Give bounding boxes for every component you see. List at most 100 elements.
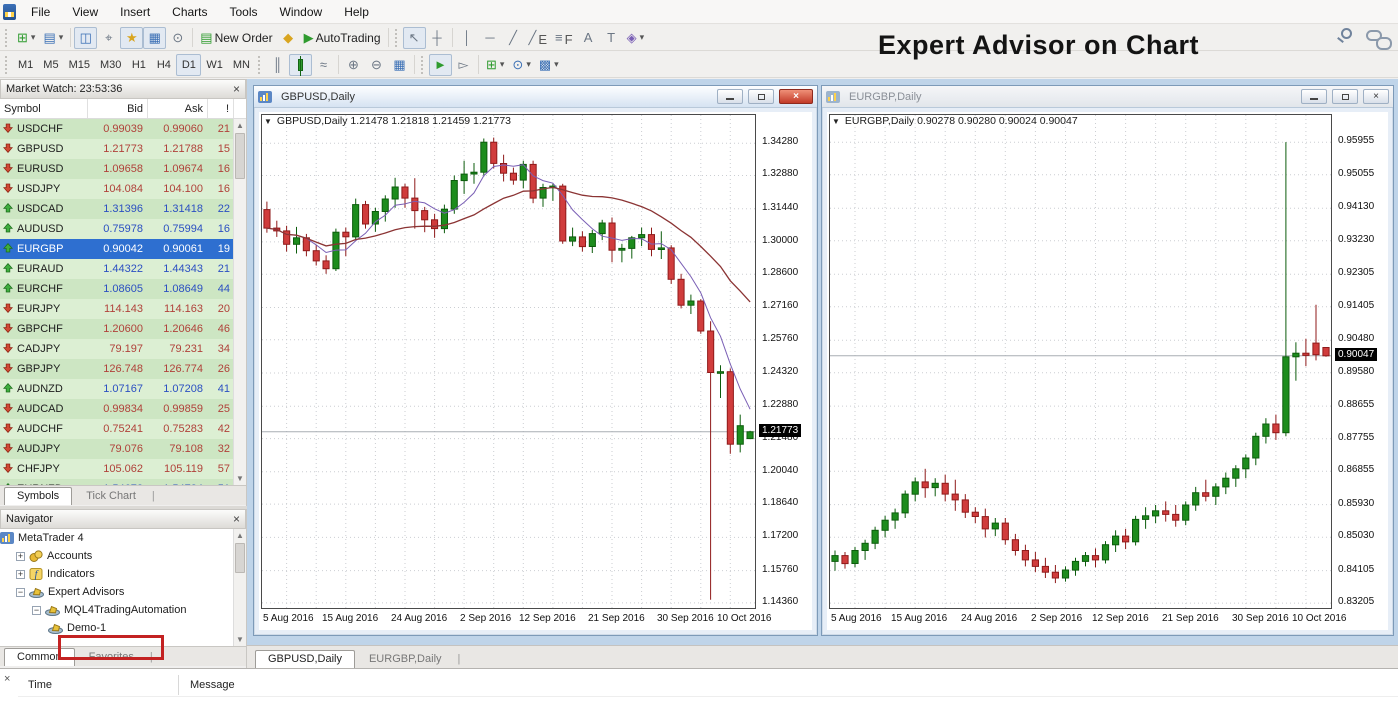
tree-item-accounts[interactable]: +Accounts xyxy=(0,547,246,565)
fibonacci-button[interactable]: ≡F xyxy=(551,27,577,49)
column-header-bid[interactable]: Bid xyxy=(88,99,148,118)
column-divider[interactable] xyxy=(178,675,179,695)
scroll-thumb[interactable] xyxy=(235,133,245,179)
horizontal-line-button[interactable]: ─ xyxy=(479,27,502,49)
menu-tools[interactable]: Tools xyxy=(219,1,269,23)
tree-item-expert-advisors[interactable]: −Expert Advisors xyxy=(0,583,246,601)
toolbar-grip[interactable] xyxy=(395,29,400,47)
toolbar-grip[interactable] xyxy=(5,29,10,47)
new-order-button[interactable]: ▤New Order xyxy=(196,27,276,49)
new-chart-button[interactable]: ⊞▾ xyxy=(13,27,39,49)
market-watch-row-audusd[interactable]: AUDUSD0.759780.7599416 xyxy=(0,219,246,239)
timeframe-mn-button[interactable]: MN xyxy=(228,54,255,76)
market-watch-toggle-button[interactable]: ◫ xyxy=(74,27,97,49)
data-window-toggle-button[interactable]: ⌖ xyxy=(97,27,120,49)
navigator-scrollbar[interactable]: ▲ ▼ xyxy=(233,529,246,646)
market-watch-tab-tick-chart[interactable]: Tick Chart xyxy=(73,487,149,505)
profiles-button[interactable]: ▤▾ xyxy=(39,27,67,49)
periods-button[interactable]: ⊙▾ xyxy=(508,54,534,76)
market-watch-row-euraud[interactable]: EURAUD1.443221.4434321 xyxy=(0,259,246,279)
indicators-button[interactable]: ⊞▾ xyxy=(482,54,508,76)
tree-item-mql4tradingautomation[interactable]: −MQL4TradingAutomation xyxy=(0,601,246,619)
arrows-button[interactable]: ◈▾ xyxy=(623,27,649,49)
timeframe-m5-button[interactable]: M5 xyxy=(38,54,63,76)
menu-file[interactable]: File xyxy=(20,1,61,23)
trendline-button[interactable]: ╱ xyxy=(502,27,525,49)
zoom-out-button[interactable]: ⊖ xyxy=(365,54,388,76)
market-watch-row-gbpusd[interactable]: GBPUSD1.217731.2178815 xyxy=(0,139,246,159)
timeframe-m15-button[interactable]: M15 xyxy=(64,54,95,76)
expand-icon[interactable]: + xyxy=(16,552,25,561)
line-chart-button[interactable]: ≈ xyxy=(312,54,335,76)
templates-button[interactable]: ▩▾ xyxy=(535,54,563,76)
zoom-in-button[interactable]: ⊕ xyxy=(342,54,365,76)
timeframe-m30-button[interactable]: M30 xyxy=(95,54,126,76)
market-watch-row-eurnzd[interactable]: EURNZD1.546721.5473451 xyxy=(0,479,246,485)
vertical-line-button[interactable]: │ xyxy=(456,27,479,49)
market-watch-row-eurchf[interactable]: EURCHF1.086051.0864944 xyxy=(0,279,246,299)
market-watch-row-chfjpy[interactable]: CHFJPY105.062105.11957 xyxy=(0,459,246,479)
toolbar-grip[interactable] xyxy=(5,56,10,74)
scroll-down-icon[interactable]: ▼ xyxy=(234,633,246,646)
chart-window-titlebar[interactable]: GBPUSD,Daily × xyxy=(254,86,817,108)
terminal-toggle-button[interactable]: ▦ xyxy=(143,27,166,49)
column-header-spread[interactable]: ! xyxy=(208,99,234,118)
menu-window[interactable]: Window xyxy=(269,1,334,23)
crosshair-button[interactable]: ┼ xyxy=(426,27,449,49)
autotrading-button[interactable]: ▶AutoTrading xyxy=(300,27,385,49)
market-watch-row-eurusd[interactable]: EURUSD1.096581.0967416 xyxy=(0,159,246,179)
close-button[interactable]: × xyxy=(779,89,813,104)
cursor-button[interactable]: ↖ xyxy=(403,27,426,49)
tree-item-metatrader-4[interactable]: MetaTrader 4 xyxy=(0,529,246,547)
menu-view[interactable]: View xyxy=(61,1,109,23)
chat-bubbles-icon[interactable] xyxy=(1366,30,1382,41)
metaeditor-button[interactable]: ◆ xyxy=(277,27,300,49)
timeframe-h1-button[interactable]: H1 xyxy=(126,54,151,76)
scroll-up-icon[interactable]: ▲ xyxy=(234,119,246,132)
search-icon[interactable] xyxy=(1341,28,1352,39)
timeframe-d1-button[interactable]: D1 xyxy=(176,54,201,76)
market-watch-row-usdjpy[interactable]: USDJPY104.084104.10016 xyxy=(0,179,246,199)
chart-tab-eurgbp-daily[interactable]: EURGBP,Daily xyxy=(356,650,455,668)
collapse-icon[interactable]: − xyxy=(32,606,41,615)
close-button[interactable]: × xyxy=(1363,89,1389,104)
market-watch-row-usdchf[interactable]: USDCHF0.990390.9906021 xyxy=(0,119,246,139)
market-watch-row-audnzd[interactable]: AUDNZD1.071671.0720841 xyxy=(0,379,246,399)
market-watch-scrollbar[interactable]: ▲▼ xyxy=(233,119,246,485)
bar-chart-button[interactable]: ║ xyxy=(266,54,289,76)
market-watch-row-audcad[interactable]: AUDCAD0.998340.9985925 xyxy=(0,399,246,419)
column-header-ask[interactable]: Ask xyxy=(148,99,208,118)
tree-item-indicators[interactable]: +fIndicators xyxy=(0,565,246,583)
expand-icon[interactable]: + xyxy=(16,570,25,579)
close-icon[interactable]: × xyxy=(233,84,240,94)
toolbar-grip[interactable] xyxy=(258,56,263,74)
market-watch-row-usdcad[interactable]: USDCAD1.313961.3141822 xyxy=(0,199,246,219)
chart-tab-gbpusd-daily[interactable]: GBPUSD,Daily xyxy=(255,650,355,668)
navigator-toggle-button[interactable]: ★ xyxy=(120,27,143,49)
scroll-down-icon[interactable]: ▼ xyxy=(234,472,246,485)
market-watch-row-cadjpy[interactable]: CADJPY79.19779.23134 xyxy=(0,339,246,359)
menu-help[interactable]: Help xyxy=(333,1,380,23)
close-icon[interactable]: × xyxy=(4,673,10,685)
strategy-tester-toggle-button[interactable]: ⊙ xyxy=(166,27,189,49)
market-watch-row-eurjpy[interactable]: EURJPY114.143114.16320 xyxy=(0,299,246,319)
market-watch-row-gbpchf[interactable]: GBPCHF1.206001.2064646 xyxy=(0,319,246,339)
text-button[interactable]: A xyxy=(577,27,600,49)
candlestick-plot[interactable] xyxy=(261,114,756,609)
scroll-up-icon[interactable]: ▲ xyxy=(234,529,246,542)
restore-button[interactable] xyxy=(1332,89,1358,104)
market-watch-row-audjpy[interactable]: AUDJPY79.07679.10832 xyxy=(0,439,246,459)
text-label-button[interactable]: T xyxy=(600,27,623,49)
menu-insert[interactable]: Insert xyxy=(109,1,161,23)
minimize-button[interactable] xyxy=(717,89,743,104)
market-watch-tab-symbols[interactable]: Symbols xyxy=(4,487,72,505)
auto-scroll-button[interactable]: ► xyxy=(429,54,452,76)
collapse-icon[interactable]: − xyxy=(16,588,25,597)
timeframe-h4-button[interactable]: H4 xyxy=(151,54,176,76)
market-watch-row-audchf[interactable]: AUDCHF0.752410.7528342 xyxy=(0,419,246,439)
candlestick-button[interactable] xyxy=(289,54,312,76)
close-icon[interactable]: × xyxy=(233,514,240,524)
equidistant-channel-button[interactable]: ╱E xyxy=(525,27,552,49)
menu-charts[interactable]: Charts xyxy=(161,1,218,23)
market-watch-row-gbpjpy[interactable]: GBPJPY126.748126.77426 xyxy=(0,359,246,379)
